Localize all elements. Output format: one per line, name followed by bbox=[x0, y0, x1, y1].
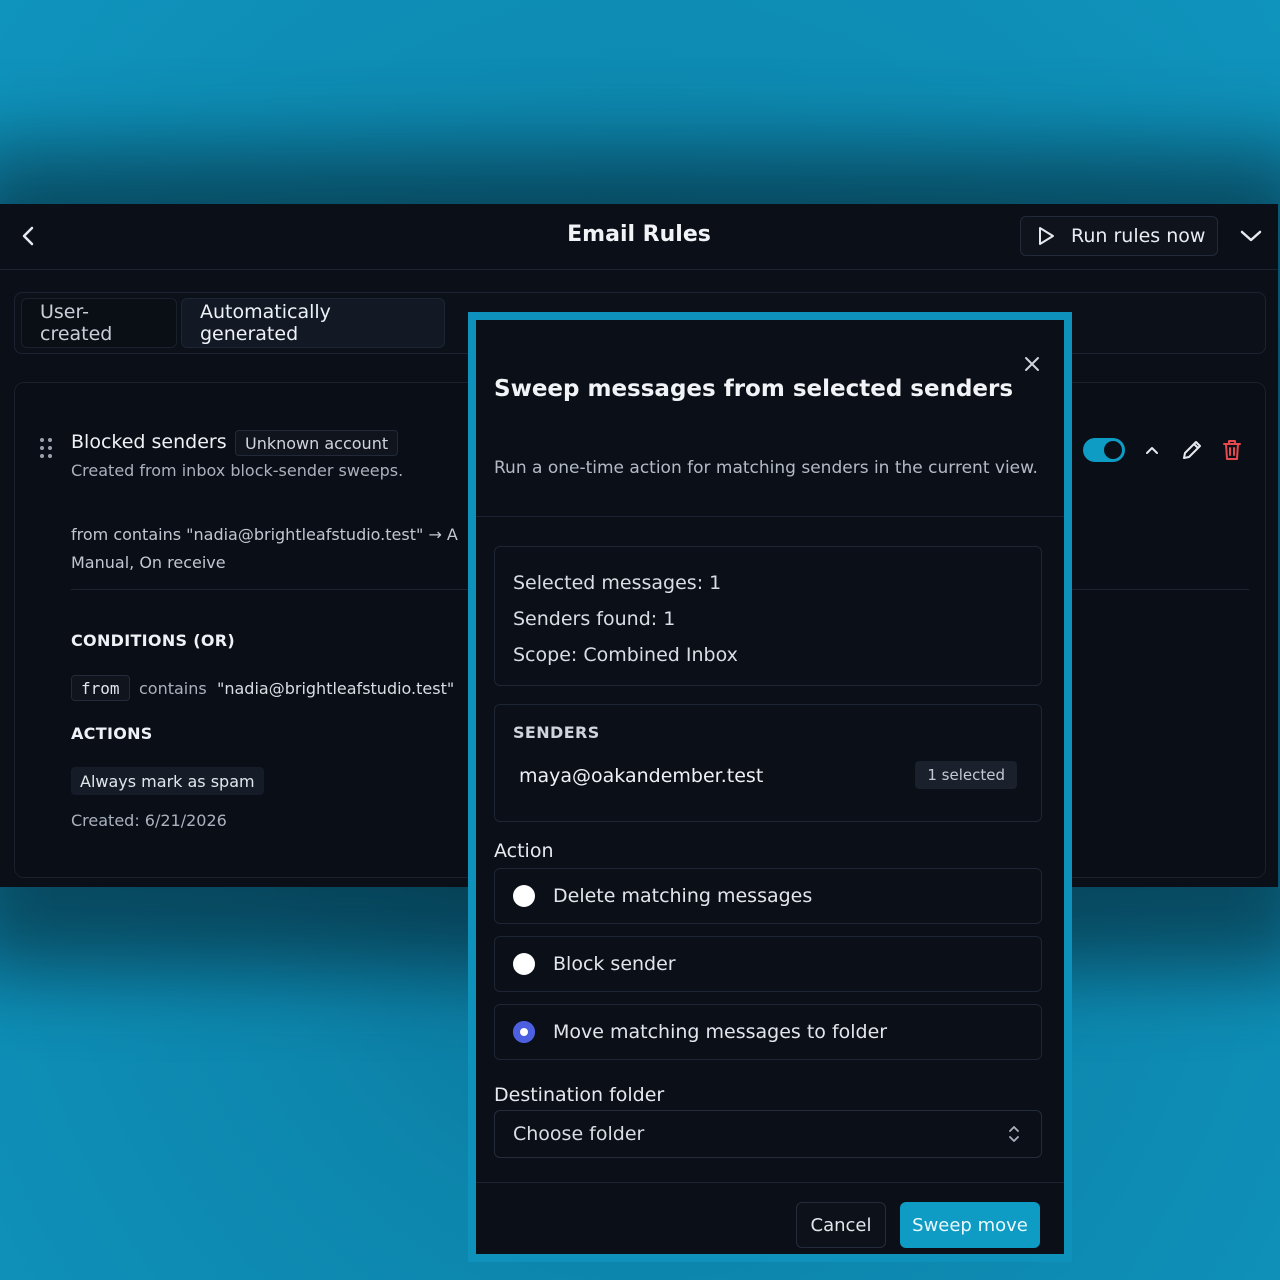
radio-button-checked[interactable] bbox=[513, 1021, 535, 1043]
collapse-button[interactable] bbox=[1139, 437, 1165, 463]
run-rules-label: Run rules now bbox=[1071, 225, 1206, 247]
account-badge: Unknown account bbox=[235, 430, 399, 456]
radio-button[interactable] bbox=[513, 953, 535, 975]
senders-found-count: Senders found: 1 bbox=[513, 608, 676, 630]
divider bbox=[476, 1182, 1064, 1183]
delete-rule-button[interactable] bbox=[1219, 437, 1245, 463]
selection-summary: Selected messages: 1 Senders found: 1 Sc… bbox=[494, 546, 1042, 686]
option-label: Move matching messages to folder bbox=[553, 1021, 888, 1043]
rule-description: Created from inbox block-sender sweeps. bbox=[71, 461, 404, 480]
play-icon bbox=[1039, 227, 1054, 245]
dialog-title: Sweep messages from selected senders bbox=[494, 376, 1014, 402]
condition-operator: contains bbox=[139, 679, 207, 698]
radio-button[interactable] bbox=[513, 885, 535, 907]
action-chip: Always mark as spam bbox=[71, 767, 264, 795]
top-bar: Email Rules Run rules now bbox=[0, 204, 1278, 270]
select-value: Choose folder bbox=[513, 1123, 645, 1145]
run-rules-button[interactable]: Run rules now bbox=[1020, 216, 1218, 256]
selected-messages-count: Selected messages: 1 bbox=[513, 572, 722, 594]
senders-heading: SENDERS bbox=[513, 723, 600, 742]
rule-summary: from contains "nadia@brightleafstudio.te… bbox=[71, 525, 458, 544]
dialog-subtitle: Run a one-time action for matching sende… bbox=[494, 458, 1038, 478]
actions-heading: ACTIONS bbox=[71, 724, 153, 743]
tab-automatically-generated[interactable]: Automatically generated bbox=[181, 298, 445, 348]
chevron-up-icon bbox=[1146, 447, 1158, 454]
option-block-sender[interactable]: Block sender bbox=[494, 936, 1042, 992]
selected-count-badge: 1 selected bbox=[915, 761, 1017, 789]
condition-field: from bbox=[71, 675, 130, 701]
cancel-button[interactable]: Cancel bbox=[796, 1202, 886, 1248]
divider bbox=[476, 516, 1064, 517]
rule-controls bbox=[1083, 435, 1253, 465]
option-move-to-folder[interactable]: Move matching messages to folder bbox=[494, 1004, 1042, 1060]
rule-trigger: Manual, On receive bbox=[71, 553, 226, 572]
close-icon bbox=[1025, 357, 1039, 371]
senders-list: SENDERS maya@oakandember.test 1 selected bbox=[494, 704, 1042, 822]
rule-name: Blocked senders bbox=[71, 431, 227, 453]
destination-folder-select[interactable]: Choose folder bbox=[494, 1110, 1042, 1158]
rule-enabled-toggle[interactable] bbox=[1083, 438, 1125, 462]
action-label: Action bbox=[494, 840, 554, 862]
sweep-move-button[interactable]: Sweep move bbox=[900, 1202, 1040, 1248]
scope-label: Scope: Combined Inbox bbox=[513, 644, 738, 666]
pencil-icon bbox=[1183, 441, 1201, 459]
sweep-dialog: Sweep messages from selected senders Run… bbox=[476, 320, 1064, 1254]
more-options-button[interactable] bbox=[1236, 222, 1266, 250]
close-button[interactable] bbox=[1018, 350, 1046, 378]
conditions-heading: CONDITIONS (OR) bbox=[71, 631, 235, 650]
chevron-down-icon bbox=[1240, 230, 1262, 242]
drag-handle-icon[interactable] bbox=[39, 437, 53, 459]
select-arrows-icon bbox=[1009, 1126, 1019, 1142]
sweep-dialog-frame: Sweep messages from selected senders Run… bbox=[468, 312, 1072, 1262]
condition-value: "nadia@brightleafstudio.test" bbox=[217, 679, 455, 698]
option-label: Delete matching messages bbox=[553, 885, 813, 907]
tab-user-created[interactable]: User-created bbox=[21, 298, 177, 348]
created-date: Created: 6/21/2026 bbox=[71, 811, 227, 830]
destination-folder-label: Destination folder bbox=[494, 1084, 665, 1106]
option-label: Block sender bbox=[553, 953, 676, 975]
sender-email[interactable]: maya@oakandember.test bbox=[519, 765, 763, 787]
option-delete-messages[interactable]: Delete matching messages bbox=[494, 868, 1042, 924]
edit-rule-button[interactable] bbox=[1179, 437, 1205, 463]
trash-icon bbox=[1223, 440, 1241, 460]
